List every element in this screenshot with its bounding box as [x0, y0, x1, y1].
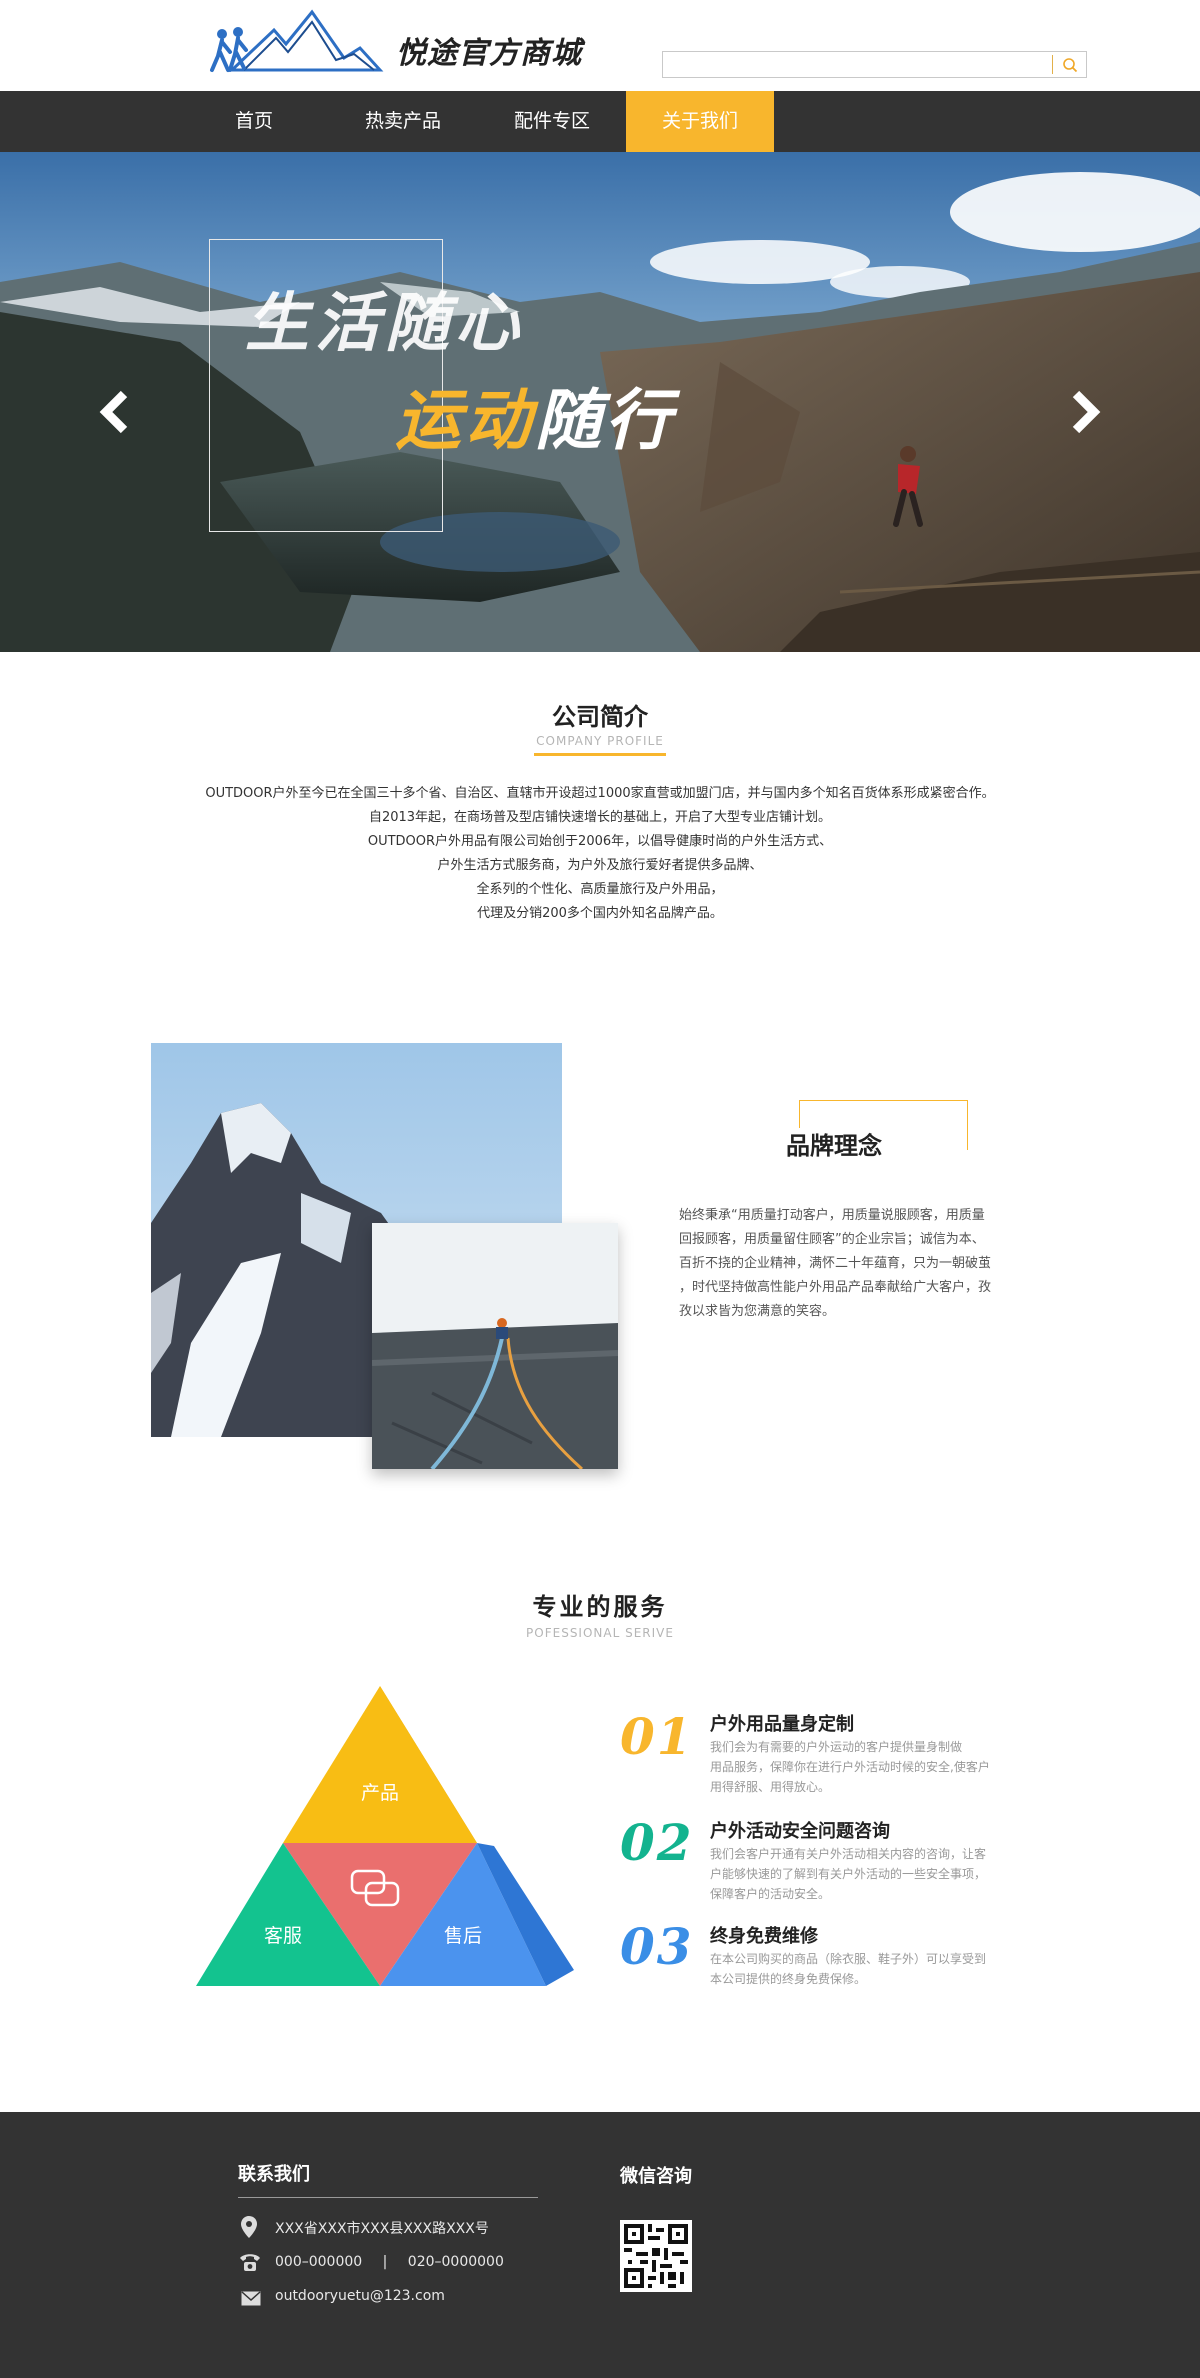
brand-line: 孜以求皆为您满意的笑容。: [679, 1304, 836, 1319]
pyramid-diagram: [196, 1686, 574, 1986]
footer-phone-separator: |: [382, 2254, 388, 2270]
service-title: 户外活动安全问题咨询: [710, 1821, 890, 1842]
banner-slogan-line1: 生活随心: [245, 287, 525, 361]
nav-item-home[interactable]: 首页: [180, 91, 328, 152]
chevron-right-icon: [1072, 390, 1101, 434]
service-title: 终身免费维修: [710, 1926, 818, 1947]
profile-line: 代理及分销200多个国内外知名品牌产品。: [477, 906, 723, 921]
nav-item-about-us[interactable]: 关于我们: [626, 91, 774, 152]
rock-climber-image: [372, 1223, 618, 1469]
qr-code-icon: [624, 2224, 688, 2288]
footer-address: XXX省XXX市XXX县XXX路XXX号: [275, 2221, 489, 2237]
wechat-qr-code: [620, 2220, 692, 2292]
search-box: [662, 51, 1087, 78]
footer-phones: 000–000000 | 020–0000000: [275, 2254, 504, 2270]
company-profile-subtitle: COMPANY PROFILE: [536, 734, 664, 748]
service-number: 01: [620, 1707, 694, 1766]
search-button[interactable]: [1052, 55, 1086, 74]
profile-line: 户外生活方式服务商，为户外及旅行爱好者提供多品牌、: [437, 858, 763, 873]
banner-slogan-accent: 运动: [395, 382, 535, 459]
service-desc-line: 我们会为有需要的户外运动的客户提供量身制做: [710, 1740, 963, 1754]
pyramid-label-customer-service: 客服: [263, 1925, 302, 1947]
brand-line: 回报顾客，用质量留住顾客”的企业宗旨；诚信为本、: [679, 1232, 985, 1247]
header: 悦途官方商城: [0, 0, 1200, 91]
nav-item-accessories[interactable]: 配件专区: [478, 91, 626, 152]
brand-climber-photo: [372, 1223, 618, 1469]
brand-line: ，时代坚持做高性能户外用品产品奉献给广大客户，孜: [679, 1280, 992, 1295]
company-profile-underline: [534, 753, 666, 756]
footer: 联系我们 XXX省XXX市XXX县XXX路XXX号 000–000000 | 0…: [0, 2112, 1200, 2378]
company-profile-text: OUTDOOR户外至今已在全国三十多个省、自治区、直辖市开设超过1000家直营或…: [0, 782, 1200, 926]
footer-contact-title: 联系我们: [238, 2164, 310, 2185]
search-input[interactable]: [663, 52, 1048, 77]
banner-next-button[interactable]: [1060, 382, 1110, 442]
footer-wechat-title: 微信咨询: [620, 2166, 692, 2187]
logo[interactable]: 悦途官方商城: [204, 8, 584, 78]
brand-title: 品牌理念: [786, 1132, 882, 1160]
footer-phone1: 000–000000: [275, 2254, 363, 2270]
services-subtitle: POFESSIONAL SERIVE: [526, 1626, 674, 1640]
location-icon: [240, 2215, 258, 2243]
phone-icon: [238, 2252, 262, 2276]
profile-line: 自2013年起，在商场普及型店铺快速增长的基础上，开启了大型专业店铺计划。: [368, 810, 832, 825]
services-title: 专业的服务: [532, 1593, 668, 1621]
service-desc-line: 我们会客户开通有关户外活动相关内容的咨询，让客: [710, 1847, 987, 1861]
pyramid-label-product: 产品: [360, 1782, 399, 1804]
footer-divider: [238, 2197, 538, 2198]
hero-banner: 生活随心 运动随行: [0, 152, 1200, 652]
main-nav: 首页 热卖产品 配件专区 关于我们: [0, 91, 1200, 152]
company-profile-title: 公司简介: [552, 703, 648, 731]
service-number: 03: [620, 1917, 694, 1976]
brand-line: 百折不挠的企业精神，满怀二十年蕴育，只为一朝破茧: [679, 1256, 992, 1271]
profile-line: 全系列的个性化、高质量旅行及户外用品，: [476, 882, 724, 897]
profile-line: OUTDOOR户外用品有限公司始创于2006年，以倡导健康时尚的户外生活方式、: [367, 834, 833, 849]
service-desc-line: 用得舒服、用得放心。: [710, 1780, 831, 1794]
profile-line: OUTDOOR户外至今已在全国三十多个省、自治区、直辖市开设超过1000家直营或…: [205, 786, 995, 801]
banner-slogan-rest: 随行: [535, 382, 675, 459]
brand-text: 始终秉承“用质量打动客户，用质量说服顾客，用质量 回报顾客，用质量留住顾客”的企…: [679, 1204, 991, 1324]
service-desc: 在本公司购买的商品（除衣服、鞋子外）可以享受到 本公司提供的终身免费保修。: [710, 1949, 1010, 1989]
service-number: 02: [620, 1813, 694, 1872]
search-icon: [1062, 57, 1077, 72]
brand-line: 始终秉承“用质量打动客户，用质量说服顾客，用质量: [679, 1208, 985, 1223]
brand-title-frame-left: [799, 1100, 800, 1128]
footer-email[interactable]: outdooryuetu@123.com: [275, 2288, 445, 2304]
footer-phone2: 020–0000000: [407, 2254, 504, 2270]
service-desc: 我们会为有需要的户外运动的客户提供量身制做 用品服务，保障你在进行户外活动时候的…: [710, 1737, 1010, 1797]
service-title: 户外用品量身定制: [710, 1714, 854, 1735]
chevron-left-icon: [99, 390, 128, 434]
service-pyramid: 产品 客服 售后: [196, 1686, 576, 1988]
nav-item-hot-products[interactable]: 热卖产品: [329, 91, 477, 152]
service-desc-line: 保障客户的活动安全。: [710, 1887, 831, 1901]
banner-prev-button[interactable]: [90, 382, 140, 442]
brand-title-frame-right: [967, 1100, 968, 1150]
service-desc-line: 用品服务，保障你在进行户外活动时候的安全,使客户: [710, 1760, 990, 1774]
mail-icon: [241, 2291, 261, 2310]
service-desc-line: 户能够快速的了解到有关户外活动的一些安全事项，: [710, 1867, 987, 1881]
service-desc: 我们会客户开通有关户外活动相关内容的咨询，让客 户能够快速的了解到有关户外活动的…: [710, 1844, 1010, 1904]
banner-slogan-line2: 运动随行: [395, 367, 675, 463]
service-desc-line: 本公司提供的终身免费保修。: [710, 1972, 867, 1986]
logo-text: 悦途官方商城: [396, 36, 582, 71]
pyramid-label-after-sales: 售后: [443, 1925, 482, 1947]
service-desc-line: 在本公司购买的商品（除衣服、鞋子外）可以享受到: [710, 1952, 987, 1966]
